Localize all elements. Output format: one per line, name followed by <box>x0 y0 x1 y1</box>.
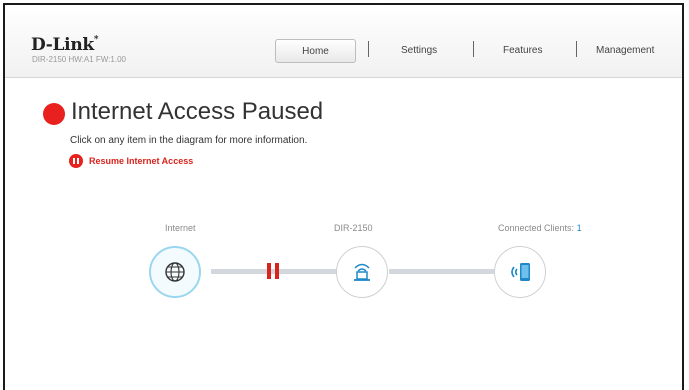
nav-home-button[interactable]: Home <box>275 39 356 63</box>
header: D-Link* DIR-2150 HW:A1 FW:1.00 Home Sett… <box>5 5 682 78</box>
resume-internet-access-button[interactable]: Resume Internet Access <box>69 153 193 169</box>
status-indicator-icon <box>43 103 65 125</box>
paused-link-icon <box>267 263 279 279</box>
clients-count: 1 <box>576 223 582 233</box>
wireless-device-icon <box>511 263 530 281</box>
hardware-info: DIR-2150 HW:A1 FW:1.00 <box>32 55 126 64</box>
internet-node[interactable] <box>149 246 201 298</box>
clients-label: Connected Clients: 1 <box>498 223 582 233</box>
internet-label: Internet <box>165 223 196 233</box>
nav-separator <box>473 41 474 57</box>
pause-icon <box>69 154 83 168</box>
nav-settings-link[interactable]: Settings <box>401 45 437 56</box>
connected-clients-node[interactable] <box>494 246 546 298</box>
app-frame: D-Link* DIR-2150 HW:A1 FW:1.00 Home Sett… <box>3 3 684 390</box>
router-label: DIR-2150 <box>334 223 373 233</box>
nav-separator <box>576 41 577 57</box>
dlink-logo: D-Link* <box>31 35 99 55</box>
resume-label: Resume Internet Access <box>89 156 194 166</box>
nav-features-link[interactable]: Features <box>503 45 542 56</box>
nav-separator <box>368 41 369 57</box>
page-subtitle: Click on any item in the diagram for mor… <box>70 135 308 146</box>
router-icon <box>354 263 370 281</box>
router-node[interactable] <box>336 246 388 298</box>
nav-management-link[interactable]: Management <box>596 45 654 56</box>
globe-icon <box>165 262 185 282</box>
page-title: Internet Access Paused <box>71 98 324 125</box>
